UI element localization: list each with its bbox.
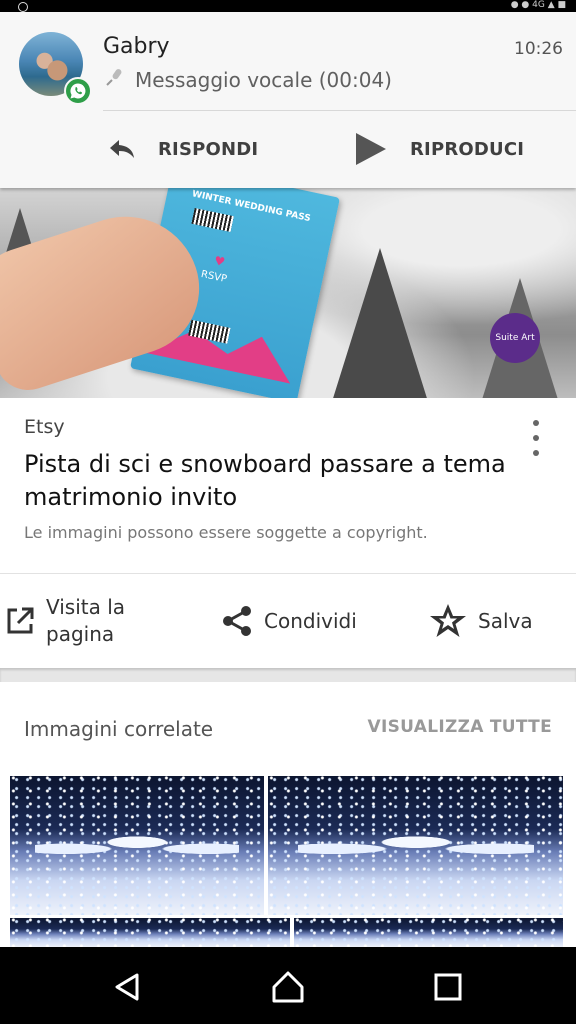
save-button[interactable]: Salva [428, 574, 533, 668]
section-separator [0, 668, 576, 682]
play-label: RIPRODUCI [410, 138, 525, 160]
message-preview: Messaggio vocale (00:04) [103, 65, 392, 94]
notification-time: 10:26 [514, 39, 563, 59]
result-title[interactable]: Pista di sci e snowboard passare a tema … [24, 448, 524, 514]
share-button[interactable]: Condividi [220, 574, 357, 668]
whatsapp-icon [64, 77, 92, 105]
play-icon [356, 133, 386, 165]
related-image[interactable] [294, 918, 563, 947]
divider [103, 110, 576, 111]
brand-logo: Suite Art [490, 313, 540, 363]
star-icon [430, 604, 466, 637]
status-icon [18, 2, 28, 12]
related-heading: Immagini correlate [24, 717, 214, 741]
microphone-icon [103, 65, 127, 94]
share-icon [223, 606, 251, 636]
reply-button[interactable]: RISPONDI [108, 127, 258, 171]
message-text: Messaggio vocale (00:04) [135, 67, 392, 92]
related-image[interactable] [10, 776, 264, 915]
reply-icon [110, 140, 134, 158]
whatsapp-notification[interactable]: Gabry 10:26 Messaggio vocale (00:04) RIS… [0, 12, 576, 188]
open-external-icon [7, 607, 34, 634]
result-image[interactable]: WINTER WEDDING PASS ♥ RSVP Suite Art [0, 188, 576, 398]
heart-icon: ♥ [212, 253, 227, 270]
reply-label: RISPONDI [158, 138, 259, 160]
related-image[interactable] [268, 776, 563, 915]
related-image[interactable] [10, 918, 290, 947]
visit-label-line1: Visita la [46, 595, 126, 619]
play-button[interactable]: RIPRODUCI [352, 127, 524, 171]
save-label: Salva [478, 609, 533, 633]
visit-label-line2: pagina [46, 622, 115, 646]
source-name: Etsy [24, 416, 65, 438]
more-options-icon[interactable] [524, 420, 548, 456]
navigation-bar [0, 947, 576, 1024]
tree [330, 248, 430, 398]
back-icon[interactable] [107, 967, 147, 1007]
recents-icon[interactable] [428, 967, 468, 1007]
share-label: Condividi [264, 609, 357, 633]
status-bar: ● ● 4G ▲ ■ [0, 0, 576, 12]
see-all-link[interactable]: VISUALIZZA TUTTE [368, 717, 552, 737]
home-icon[interactable] [268, 967, 308, 1007]
action-row: Visita la pagina Condividi Salva [0, 574, 576, 668]
sender-name: Gabry [103, 34, 170, 59]
copyright-note: Le immagini possono essere soggette a co… [24, 523, 428, 542]
status-indicators: ● ● 4G ▲ ■ [510, 0, 566, 10]
visit-page-button[interactable]: Visita la pagina [4, 574, 125, 668]
